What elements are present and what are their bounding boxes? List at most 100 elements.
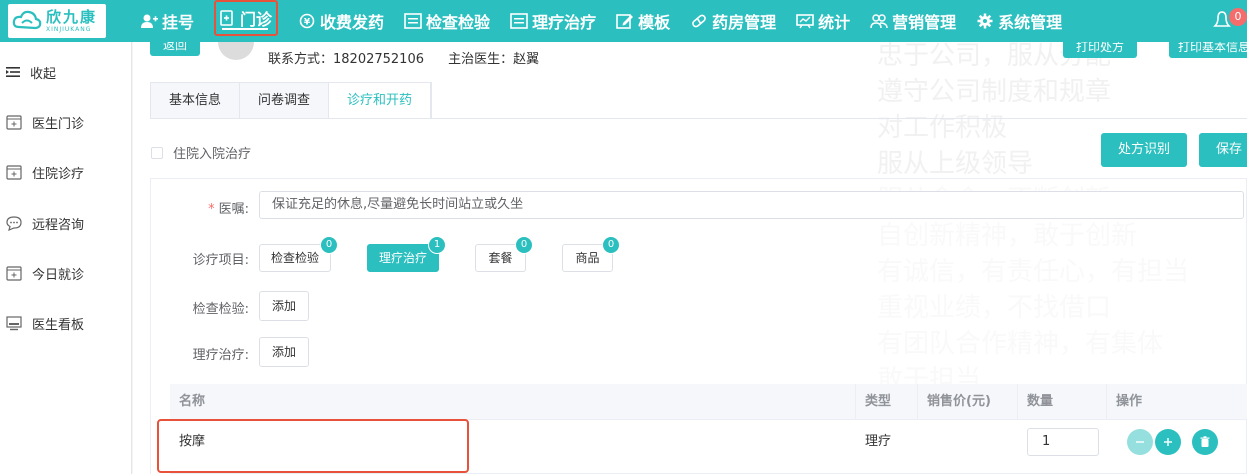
trash-icon [1200,436,1210,447]
watermark-line: 服从上级领导 [877,149,1034,179]
avatar [218,42,254,60]
nav-pharmacy[interactable]: 药房管理 [690,0,776,42]
sidebar-item-label: 远程咨询 [32,217,85,233]
nav-template-label: 模板 [638,13,671,32]
exam-label: 检查检验: [192,302,249,317]
sidebar-item-label: 住院诊疗 [32,166,85,182]
col-price: 销售价(元) [918,384,1018,420]
quantity-input[interactable]: 1 [1027,428,1099,456]
nav-register[interactable]: 挂号 [140,0,194,42]
chip-package[interactable]: 套餐 0 [475,236,533,272]
sidebar-item-today[interactable]: 今日就诊 [0,261,132,285]
brand-name: 欣九康 [46,7,98,26]
required-mark: * [208,202,215,217]
checkbox-box[interactable] [151,146,163,159]
tab-questionnaire[interactable]: 问卷调查 [240,83,330,119]
increase-button[interactable] [1155,429,1181,455]
contact-label: 联系方式： [268,52,334,67]
sidebar-item-remote[interactable]: 远程咨询 [0,211,132,235]
delete-button[interactable] [1192,429,1218,455]
nav-exam[interactable]: 检查检验 [404,0,490,42]
edit-icon [616,14,634,29]
nav-exam-label: 检查检验 [426,13,491,32]
menu-collapse-icon [6,67,20,77]
users-icon [870,14,888,29]
cell-type: 理疗 [865,434,892,449]
doctor-value: 赵翼 [513,52,540,67]
sidebar-item-dashboard[interactable]: 医生看板 [0,311,132,335]
col-type: 类型 [856,384,918,420]
watermark-line: 对工作积极 [877,113,1008,143]
tab-basic-info[interactable]: 基本信息 [151,83,241,119]
nav-outpatient[interactable]: 门诊 [214,0,279,36]
chip-label: 理疗治疗 [378,251,427,265]
sidebar-item-outpatient[interactable]: 医生门诊 [0,110,132,134]
chip-goods[interactable]: 商品 0 [562,236,620,272]
grid-icon [404,13,422,29]
sidebar-item-inpatient[interactable]: 住院诊疗 [0,160,132,184]
advice-input[interactable]: 保证充足的休息,尽量避免长时间站立或久坐 [259,191,1244,219]
sidebar-item-label: 今日就诊 [32,267,85,283]
count-badge: 0 [515,236,533,254]
main-nav: 挂号 门诊 ¥ 收费发药 检查检验 理疗治疗 模板 药房管理 统计 营销管理 系… [140,0,1082,42]
nav-billing[interactable]: ¥ 收费发药 [298,0,384,42]
tab-bar: 基本信息 问卷调查 诊疗和开药 [150,82,433,119]
notification-badge: 0 [1229,8,1247,26]
chip-label: 商品 [575,251,600,265]
top-navbar: 欣九康 XINJIUKANG 挂号 门诊 ¥ 收费发药 检查检验 理疗治疗 模板 [0,0,1247,42]
chip-label: 检查检验 [270,251,319,265]
sidebar-collapse[interactable]: 收起 [0,60,132,84]
svg-text:¥: ¥ [304,18,311,28]
nav-outpatient-label: 门诊 [240,10,273,29]
inpatient-checkbox[interactable]: 住院入院治疗 [151,143,251,162]
grid-icon [510,13,528,29]
brand-name-en: XINJIUKANG [46,25,92,33]
therapy-label: 理疗治疗: [192,348,249,363]
highlight-box [157,419,469,473]
chip-exam[interactable]: 检查检验 0 [259,236,338,272]
nav-template[interactable]: 模板 [616,0,670,42]
advice-label: * 医嘱: [193,198,249,217]
cell-price [918,420,1018,474]
recognize-prescription-button[interactable]: 处方识别 [1101,133,1187,167]
items-label: 诊疗项目: [192,253,249,268]
contact-value: 18202752106 [333,52,424,67]
nav-system[interactable]: 系统管理 [976,0,1062,42]
nav-system-label: 系统管理 [998,13,1063,32]
minus-icon [1136,441,1144,443]
nav-marketing[interactable]: 营销管理 [870,0,956,42]
main-content: 忠于公司，服从分配 遵守公司制度和规章 对工作积极 服从上级领导 服从命令，不断… [133,42,1247,474]
logo[interactable]: 欣九康 XINJIUKANG [8,4,106,38]
add-user-icon [141,14,158,28]
calendar-plus-icon [6,165,22,180]
add-exam-button[interactable]: 添加 [259,291,309,321]
chip-label: 套餐 [488,251,513,265]
save-button[interactable]: 保存 [1199,133,1247,167]
tab-diagnosis[interactable]: 诊疗和开药 [329,83,432,119]
decrease-button[interactable] [1127,429,1153,455]
chart-icon [796,14,814,29]
calendar-plus-icon [6,115,22,130]
nav-stats[interactable]: 统计 [796,0,850,42]
col-name: 名称 [170,384,856,420]
nav-therapy[interactable]: 理疗治疗 [510,0,596,42]
chip-therapy[interactable]: 理疗治疗 1 [367,236,446,272]
back-button[interactable]: 返回 [150,42,200,56]
add-therapy-button[interactable]: 添加 [259,337,309,367]
checkbox-label: 住院入院治疗 [173,147,252,162]
watermark-line: 遵守公司制度和规章 [877,77,1112,107]
print-prescription-button[interactable]: 打印处方 [1063,42,1137,58]
nav-register-label: 挂号 [162,13,195,32]
count-badge: 0 [602,236,620,254]
plus-icon [1164,438,1172,446]
col-actions: 操作 [1116,394,1143,409]
table-header: 名称 类型 销售价(元) 数量 操作 [170,384,1247,420]
gear-icon [977,13,993,29]
print-info-button[interactable]: 打印基本信息 [1169,42,1247,58]
nav-stats-label: 统计 [818,13,851,32]
sidebar-item-label: 医生看板 [32,317,85,333]
nav-marketing-label: 营销管理 [892,13,957,32]
patient-info: 联系方式：18202752106 主治医生：赵翼 [268,48,539,67]
chat-bubble-icon [6,216,22,231]
coin-icon: ¥ [299,13,315,29]
